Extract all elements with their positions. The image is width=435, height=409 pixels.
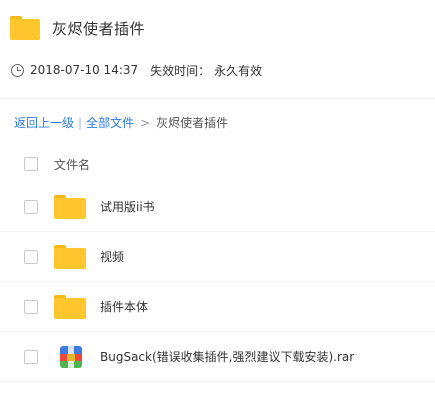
- folder-icon: [54, 293, 86, 321]
- row-checkbox[interactable]: [24, 349, 38, 364]
- breadcrumb: 返回上一级 | 全部文件 > 灰烬使者插件: [14, 114, 228, 131]
- file-name[interactable]: BugSack(错误收集插件,强烈建议下载安装).rar: [100, 348, 354, 365]
- expiry-value: 永久有效: [214, 63, 263, 78]
- page-header: 灰烬使者插件: [10, 12, 425, 44]
- row-checkbox[interactable]: [24, 249, 38, 264]
- page-title: 灰烬使者插件: [52, 19, 146, 38]
- share-meta: 2018-07-10 14:37 失效时间： 永久有效: [11, 60, 262, 80]
- list-item[interactable]: BugSack(错误收集插件,强烈建议下载安装).rar: [0, 332, 435, 382]
- clock-icon: [11, 63, 24, 77]
- back-link[interactable]: 返回上一级: [14, 114, 74, 131]
- share-date: 2018-07-10 14:37: [30, 63, 139, 77]
- list-item[interactable]: 插件本体: [0, 282, 435, 332]
- breadcrumb-current: 灰烬使者插件: [156, 116, 229, 130]
- list-item[interactable]: 试用版ii书: [0, 182, 435, 232]
- rar-archive-icon: [54, 343, 86, 371]
- folder-icon: [54, 243, 86, 271]
- folder-icon: [54, 193, 86, 221]
- list-item[interactable]: 视频: [0, 232, 435, 282]
- file-name[interactable]: 视频: [100, 248, 124, 265]
- file-list: 文件名 试用版ii书 视频 插件本体 BugSack(错误收集插件,强烈建议下载…: [0, 146, 435, 382]
- select-all-checkbox[interactable]: [24, 157, 38, 171]
- chevron-right-icon: >: [140, 115, 151, 130]
- breadcrumb-separator: |: [78, 115, 83, 130]
- row-checkbox[interactable]: [24, 299, 38, 314]
- list-header: 文件名: [0, 146, 435, 182]
- column-header-filename: 文件名: [54, 157, 91, 172]
- all-files-link[interactable]: 全部文件: [86, 114, 134, 131]
- file-name[interactable]: 插件本体: [100, 298, 148, 315]
- file-name[interactable]: 试用版ii书: [100, 198, 155, 215]
- expiry-label: 失效时间：: [150, 63, 211, 78]
- divider: [0, 98, 435, 99]
- row-checkbox[interactable]: [24, 199, 38, 214]
- folder-icon: [10, 16, 40, 40]
